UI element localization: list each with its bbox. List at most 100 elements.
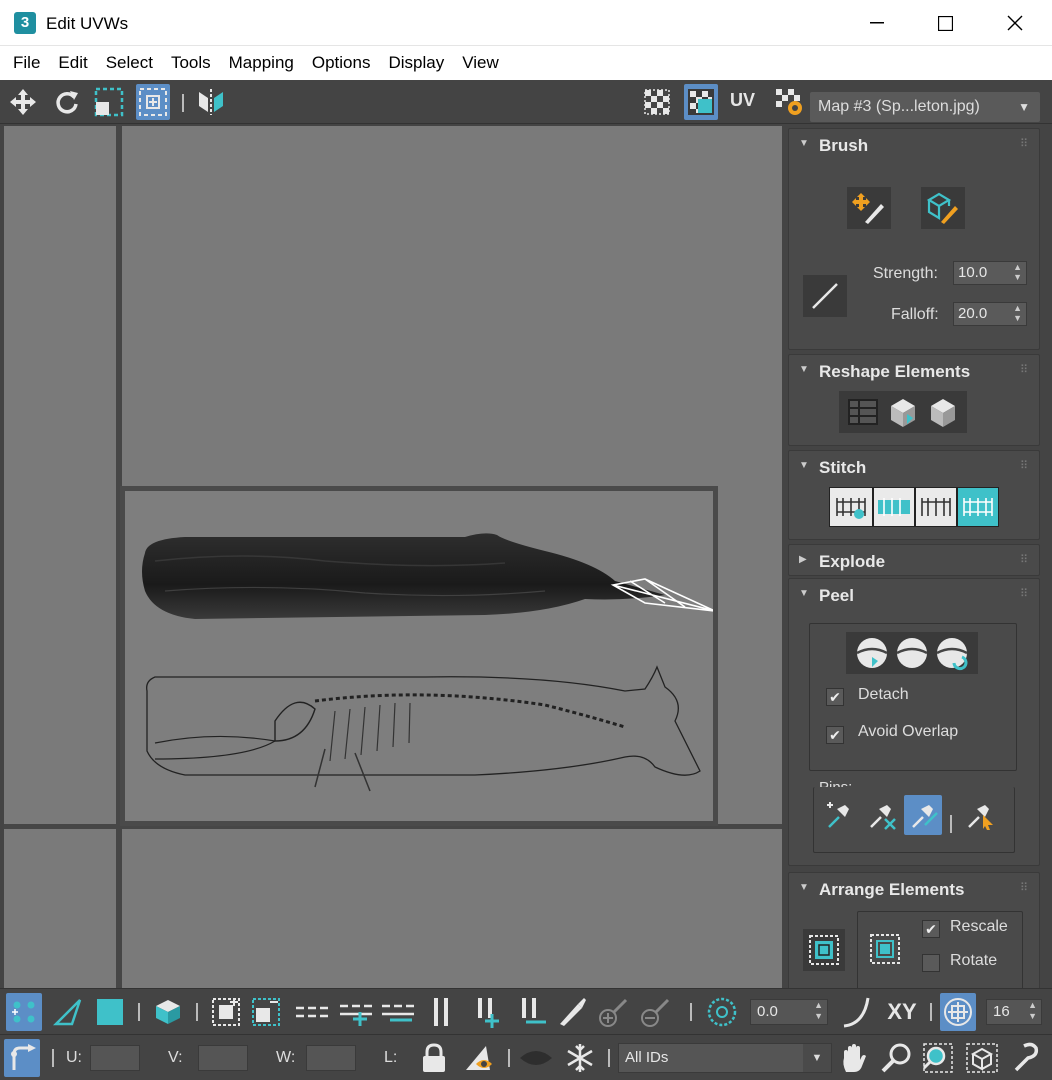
menu-tools[interactable]: Tools (162, 53, 220, 73)
shrink-selection-button[interactable] (248, 993, 284, 1031)
move-tool-button[interactable] (6, 84, 40, 120)
paint-select-button[interactable] (554, 993, 590, 1031)
stitch-to-source-button[interactable] (873, 487, 915, 527)
lock-selection-button[interactable] (416, 1039, 452, 1077)
stitch-custom-button[interactable] (829, 487, 873, 527)
rotate-tool-button[interactable] (50, 84, 84, 120)
texture-map-dropdown[interactable]: Map #3 (Sp...leton.jpg) ▼ (810, 92, 1040, 122)
zoom-extents-button[interactable] (964, 1039, 1000, 1077)
reshape-rollout-header[interactable]: ▼ Reshape Elements ⠿ (789, 355, 1039, 387)
reset-peel-icon[interactable] (932, 635, 972, 671)
pack-normalize-button[interactable] (803, 929, 845, 971)
maximize-button[interactable] (910, 0, 980, 46)
material-id-dropdown[interactable]: All IDs ▼ (618, 1043, 832, 1073)
w-coordinate-field[interactable] (306, 1045, 356, 1071)
show-map-button[interactable] (684, 84, 718, 120)
minimize-button[interactable] (842, 0, 912, 46)
peel-rollout-header[interactable]: ▼ Peel ⠿ (789, 579, 1039, 611)
menu-view[interactable]: View (453, 53, 508, 73)
loop-grow-button[interactable] (338, 993, 374, 1031)
freeform-tool-button[interactable] (136, 84, 170, 120)
auto-pin-button[interactable] (904, 795, 942, 835)
hide-selected-button[interactable] (460, 1039, 496, 1077)
menu-options[interactable]: Options (303, 53, 380, 73)
checker-settings-button[interactable] (772, 84, 806, 120)
menu-bar: File Edit Select Tools Mapping Options D… (0, 46, 1052, 80)
menu-select[interactable]: Select (97, 53, 162, 73)
rotate-checkbox[interactable] (922, 954, 940, 972)
soft-selection-button[interactable] (704, 993, 740, 1031)
scale-tool-button[interactable] (92, 84, 126, 120)
stitch-to-target-button[interactable] (957, 487, 999, 527)
menu-mapping[interactable]: Mapping (220, 53, 303, 73)
stitch-rollout-header[interactable]: ▼ Stitch ⠿ (789, 451, 1039, 483)
shrink-brush-button[interactable] (638, 993, 674, 1031)
rotate-label: Rotate (950, 952, 998, 969)
edge-mode-button[interactable] (50, 993, 86, 1031)
zoom-region-button[interactable] (920, 1039, 956, 1077)
help-button[interactable] (1008, 1039, 1044, 1077)
peel-buttons-group (846, 632, 978, 674)
zoom-view-button[interactable] (878, 1039, 914, 1077)
vertex-mode-button[interactable] (6, 993, 42, 1031)
falloff-space-xy-button[interactable]: XY (880, 993, 924, 1031)
relax-icon[interactable] (923, 394, 963, 430)
ring-grow-button[interactable] (470, 993, 506, 1031)
reshape-buttons-group (839, 391, 967, 433)
toolbar-separator (182, 94, 184, 112)
show-hidden-button[interactable] (518, 1039, 554, 1077)
pins-separator (950, 815, 952, 833)
ring-shrink-button[interactable] (514, 993, 550, 1031)
u-coordinate-field[interactable] (90, 1045, 140, 1071)
loop-shrink-button[interactable] (380, 993, 416, 1031)
select-pins-button[interactable] (960, 795, 998, 835)
delete-pins-button[interactable] (862, 795, 900, 835)
stitch-to-average-button[interactable] (915, 487, 957, 527)
limit-selection-button[interactable] (940, 993, 976, 1031)
explode-rollout-header[interactable]: ▶ Explode ⠿ (789, 545, 1039, 577)
menu-edit[interactable]: Edit (49, 53, 96, 73)
straighten-selection-icon[interactable] (843, 394, 883, 430)
falloff-distance-spinner[interactable]: 0.0 ▲ ▼ (750, 999, 828, 1025)
spinner-arrows-icon: ▲ ▼ (1028, 1000, 1037, 1021)
falloff-spinner[interactable]: 20.0 ▲ ▼ (953, 302, 1027, 326)
arrange-rollout-header[interactable]: ▼ Arrange Elements ⠿ (789, 873, 1039, 905)
ring-select-icon (434, 998, 448, 1026)
menu-display[interactable]: Display (379, 53, 453, 73)
grow-selection-button[interactable] (208, 993, 244, 1031)
detach-checkbox[interactable]: ✔ (826, 688, 844, 706)
avoid-overlap-checkbox[interactable]: ✔ (826, 726, 844, 744)
pan-view-button[interactable] (836, 1039, 872, 1077)
quick-peel-icon[interactable] (852, 635, 892, 671)
stitch-custom-icon (836, 498, 866, 519)
relax-brush-button[interactable] (921, 187, 965, 229)
relax-until-flat-icon[interactable] (883, 394, 923, 430)
brush-rollout-header[interactable]: ▼ Brush ⠿ (789, 129, 1039, 161)
polygon-mode-button[interactable] (92, 993, 128, 1031)
v-coordinate-field[interactable] (198, 1045, 248, 1071)
checker-pattern-button[interactable] (640, 84, 674, 120)
enlarge-brush-button[interactable] (596, 993, 632, 1031)
uv-toggle-button[interactable]: UV (730, 90, 755, 111)
edit-pins-button[interactable] (820, 795, 858, 835)
falloff-curve-button[interactable] (838, 993, 874, 1031)
loop-select-button[interactable] (294, 993, 330, 1031)
uv-viewport[interactable] (4, 126, 782, 988)
ring-select-button[interactable] (424, 993, 460, 1031)
grip-icon: ⠿ (1019, 588, 1028, 600)
grid-size-spinner[interactable]: 16 ▲ ▼ (986, 999, 1042, 1025)
mirror-tool-button[interactable] (194, 84, 228, 120)
material-id-value: All IDs (625, 1049, 669, 1066)
freeze-selected-button[interactable] (562, 1039, 598, 1077)
close-button[interactable] (980, 0, 1050, 46)
rescale-checkbox[interactable]: ✔ (922, 920, 940, 938)
falloff-label: Falloff: (891, 306, 939, 323)
absolute-offset-toggle-button[interactable] (4, 1039, 40, 1077)
pack-custom-button[interactable] (864, 928, 906, 970)
strength-spinner[interactable]: 10.0 ▲ ▼ (953, 261, 1027, 285)
brush-falloff-type-button[interactable] (803, 275, 847, 317)
peel-mode-icon[interactable] (892, 635, 932, 671)
paint-move-button[interactable] (847, 187, 891, 229)
menu-file[interactable]: File (4, 53, 49, 73)
element-mode-button[interactable] (150, 993, 186, 1031)
